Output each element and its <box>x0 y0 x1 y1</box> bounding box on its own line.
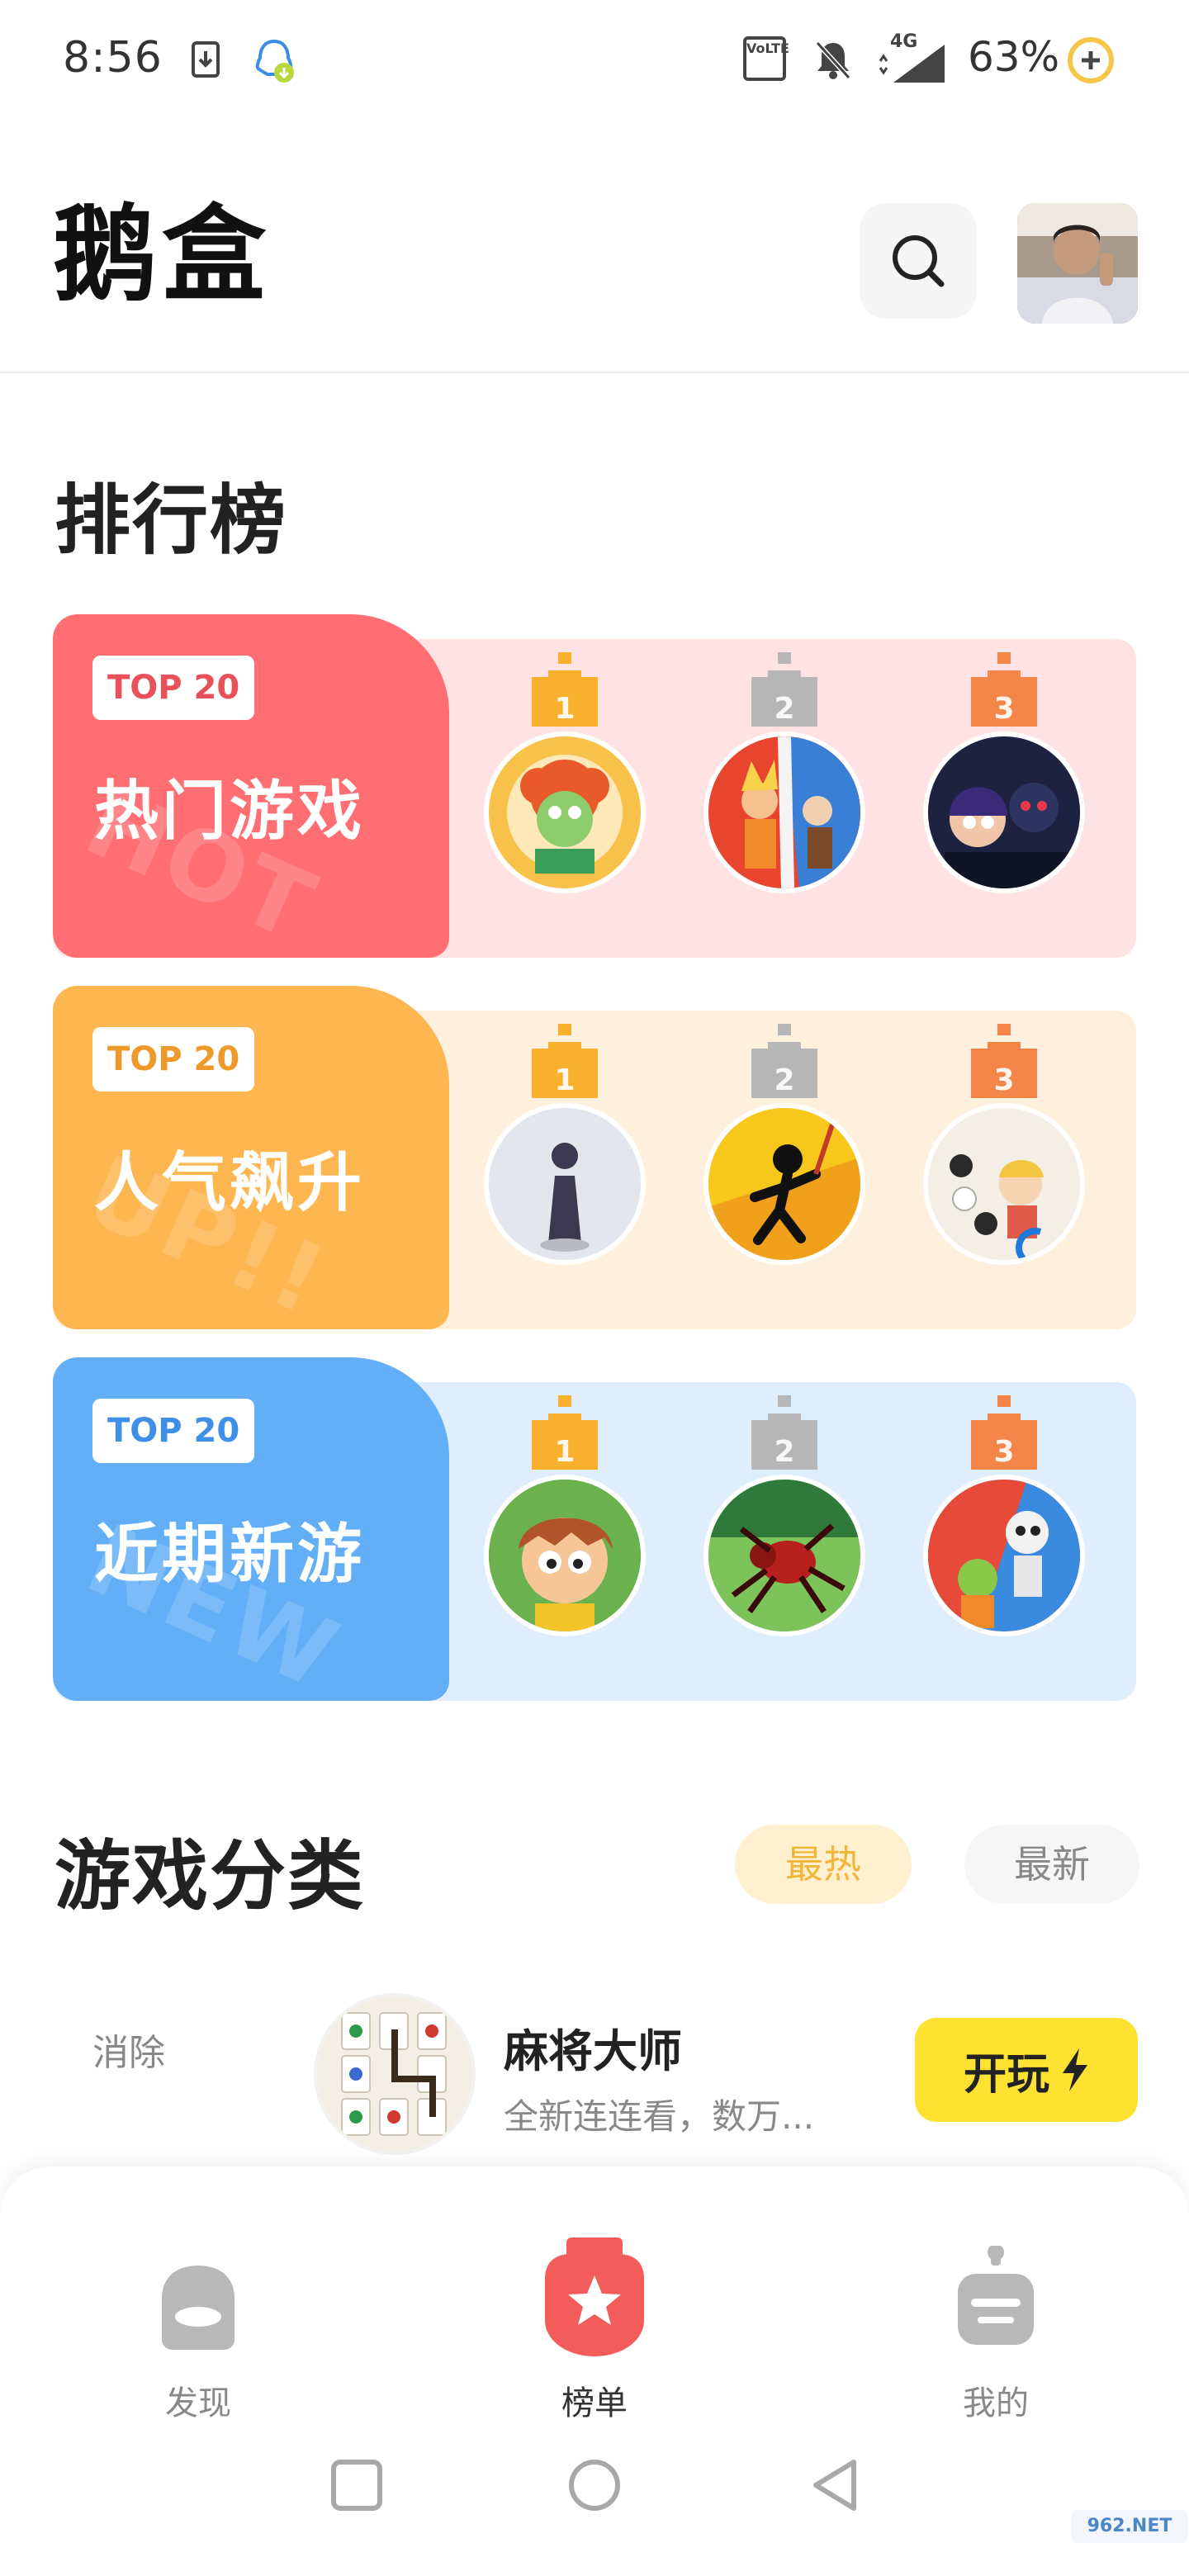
qq-notification-icon <box>255 39 294 83</box>
volte-icon: VoLTE <box>743 36 789 81</box>
status-bar: 8:56 VoLTE 4G 63% <box>0 0 1189 124</box>
go-board-knight-art <box>928 1108 1080 1260</box>
nav-label: 发现 <box>165 2384 231 2422</box>
game-icon-hot-3 <box>923 732 1085 893</box>
nav-label: 我的 <box>963 2384 1029 2422</box>
ranking-card-rising[interactable]: UP!! TOP 20 人气飙升 1 2 3 <box>53 986 1136 1333</box>
stickman-fighter-art <box>708 1108 860 1260</box>
game-icon-rising-1 <box>484 1103 646 1265</box>
rank-number: 1 <box>554 1435 576 1469</box>
rank-number: 1 <box>554 692 576 726</box>
top20-badge: TOP 20 <box>92 1399 255 1463</box>
signal-strength-icon <box>879 45 945 83</box>
pawn-figure-art <box>489 1108 641 1260</box>
category-section-title: 游戏分类 <box>54 1832 366 1920</box>
play-button[interactable]: 开玩 <box>915 2018 1138 2122</box>
system-navigation-bar: 962.NET <box>0 2427 1189 2543</box>
rank-number: 3 <box>993 692 1015 726</box>
rank-slot-1[interactable]: 1 <box>484 1024 646 1321</box>
rank-slot-2[interactable]: 2 <box>703 1024 865 1321</box>
rank-number: 2 <box>774 1063 795 1097</box>
rank-slot-1[interactable]: 1 <box>484 1395 646 1693</box>
game-icon-rising-3 <box>923 1103 1085 1265</box>
rank-number: 3 <box>993 1435 1015 1469</box>
horror-character-art <box>928 736 1080 888</box>
ranking-star-icon <box>545 2237 644 2356</box>
home-icon[interactable] <box>568 2459 621 2512</box>
mahjong-tiles-art <box>317 1996 472 2152</box>
top20-badge: TOP 20 <box>92 1027 255 1091</box>
app-header: 鹅盒 <box>0 124 1189 373</box>
mute-bell-icon <box>815 40 851 80</box>
rank-slot-2[interactable]: 2 <box>703 652 865 949</box>
ranking-card-new[interactable]: NEW TOP 20 近期新游 1 2 3 <box>53 1357 1136 1704</box>
battery-saver-icon <box>1068 37 1114 83</box>
search-icon <box>893 235 945 287</box>
download-notification-icon <box>192 41 220 78</box>
rank-number: 2 <box>774 692 795 726</box>
game-icon-rising-2 <box>703 1103 865 1265</box>
fighter-character-art <box>708 736 860 888</box>
game-icon-hot-2 <box>703 732 865 893</box>
rank-slot-2[interactable]: 2 <box>703 1395 865 1693</box>
rank-slot-3[interactable]: 3 <box>923 1024 1085 1321</box>
rank-slot-1[interactable]: 1 <box>484 652 646 949</box>
ranking-section-title: 排行榜 <box>54 476 288 565</box>
game-icon-new-1 <box>484 1475 646 1636</box>
spider-creature-art <box>708 1480 860 1631</box>
rank-number: 2 <box>774 1435 795 1469</box>
back-icon[interactable] <box>809 2457 862 2513</box>
tab-newest[interactable]: 最新 <box>964 1825 1139 1904</box>
rank-number: 1 <box>554 1063 576 1097</box>
skeleton-battle-art <box>928 1480 1080 1631</box>
avatar-photo <box>1017 203 1138 324</box>
ranking-card-panel: NEW TOP 20 近期新游 <box>53 1357 449 1701</box>
rank-slot-3[interactable]: 3 <box>923 1395 1085 1693</box>
cartoon-boy-art <box>489 1480 641 1631</box>
discover-icon <box>162 2266 234 2350</box>
app-logo: 鹅盒 <box>53 194 271 315</box>
robot-profile-icon <box>958 2246 1034 2345</box>
play-button-label: 开玩 <box>963 2049 1049 2100</box>
top20-badge: TOP 20 <box>92 656 255 720</box>
game-icon-hot-1 <box>484 732 646 893</box>
site-watermark: 962.NET <box>1072 2510 1187 2543</box>
battery-percentage: 63% <box>968 33 1060 81</box>
rank-number: 3 <box>993 1063 1015 1097</box>
status-time: 8:56 <box>63 33 163 83</box>
game-description: 全新连连看，数万... <box>504 2096 815 2137</box>
lightning-icon <box>1063 2048 1087 2091</box>
zombie-character-art <box>489 736 641 888</box>
user-avatar[interactable] <box>1017 203 1138 324</box>
game-icon-new-2 <box>703 1475 865 1636</box>
tab-hottest[interactable]: 最热 <box>735 1825 912 1904</box>
category-label[interactable]: 消除 <box>92 2023 165 2076</box>
game-title[interactable]: 麻将大师 <box>504 2015 682 2080</box>
recent-apps-icon[interactable] <box>330 2459 383 2512</box>
ranking-card-panel: HOT TOP 20 热门游戏 <box>53 614 449 958</box>
ranking-card-title: 人气飙升 <box>94 1146 366 1220</box>
ranking-card-title: 热门游戏 <box>94 774 366 849</box>
nav-item-profile[interactable]: 我的 <box>897 2216 1095 2422</box>
ranking-card-hot[interactable]: HOT TOP 20 热门游戏 1 2 3 <box>53 614 1136 961</box>
mahjong-game-icon[interactable] <box>314 1993 476 2155</box>
nav-label: 榜单 <box>561 2384 628 2422</box>
ranking-card-title: 近期新游 <box>94 1518 366 1592</box>
ranking-card-panel: UP!! TOP 20 人气飙升 <box>53 986 449 1329</box>
search-button[interactable] <box>860 203 976 319</box>
rank-slot-3[interactable]: 3 <box>923 652 1085 949</box>
nav-item-ranking[interactable]: 榜单 <box>495 2216 694 2422</box>
app-screen: 8:56 VoLTE 4G 63% 鹅盒 排行榜 HOT TOP 20 热门游戏… <box>0 0 1189 2576</box>
game-icon-new-3 <box>923 1475 1085 1636</box>
nav-item-discover[interactable]: 发现 <box>99 2216 297 2422</box>
